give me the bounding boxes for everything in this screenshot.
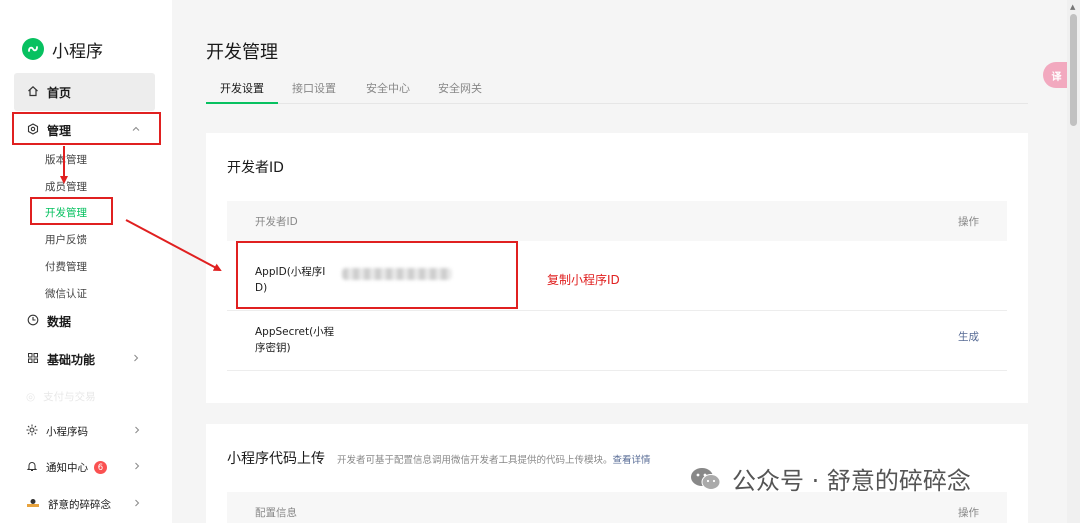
arrow-to-appid bbox=[125, 219, 222, 271]
watermark-text: 公众号 · 舒意的碎碎念 bbox=[732, 467, 971, 495]
watermark: 公众号 · 舒意的碎碎念 bbox=[690, 461, 971, 496]
col-config: 配置信息 bbox=[255, 507, 297, 519]
scroll-thumb[interactable] bbox=[1070, 14, 1077, 126]
code-upload-hint: 开发者可基于配置信息调用微信开发者工具提供的代码上传模块。查看详情 bbox=[337, 455, 651, 466]
scroll-up-icon[interactable]: ▲ bbox=[1070, 3, 1075, 11]
scrollbar[interactable]: ▲ bbox=[1067, 0, 1080, 523]
view-details-link[interactable]: 查看详情 bbox=[613, 455, 651, 466]
code-upload-hint-text: 开发者可基于配置信息调用微信开发者工具提供的代码上传模块。 bbox=[337, 455, 613, 466]
code-upload-card-title: 小程序代码上传 开发者可基于配置信息调用微信开发者工具提供的代码上传模块。查看详情 bbox=[227, 448, 651, 468]
upload-table-header: 配置信息 操作 bbox=[227, 492, 1007, 523]
wechat-icon bbox=[690, 466, 722, 492]
translate-button[interactable]: 译 bbox=[1043, 62, 1070, 88]
code-upload-title: 小程序代码上传 bbox=[227, 451, 325, 467]
col-upload-action: 操作 bbox=[958, 507, 979, 519]
